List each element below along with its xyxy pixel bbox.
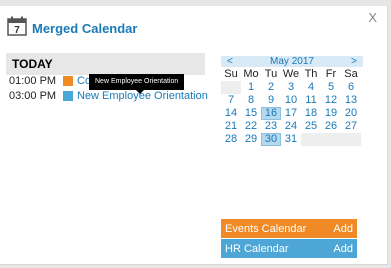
calendar-day[interactable]: 9 [261,94,281,107]
calendar-day[interactable]: 24 [281,120,301,133]
calendar-day[interactable]: 23 [261,120,281,133]
calendar-day[interactable]: 15 [241,107,261,120]
mini-calendar: < May 2017 > Su Mo Tu We Th Fr Sa 1 2 3 … [221,56,363,146]
calendar-day[interactable]: 1 [241,81,261,94]
calendar-day[interactable]: 10 [281,94,301,107]
calendar-nav: < May 2017 > [221,56,363,67]
weekday-label: Sa [344,68,358,80]
calendar-icon-day: 7 [14,25,20,36]
calendar-day[interactable]: 5 [321,81,341,94]
calendar-day[interactable]: 27 [341,120,361,133]
weekday-label: Su [224,68,238,80]
calendar-day[interactable]: 12 [321,94,341,107]
calendar-day[interactable]: 28 [221,133,241,146]
calendar-day[interactable]: 6 [341,81,361,94]
calendar-day[interactable]: 22 [241,120,261,133]
calendar-day[interactable]: 4 [301,81,321,94]
calendar-day[interactable]: 18 [301,107,321,120]
event-color-swatch [63,76,73,86]
calendar-day[interactable]: 21 [221,120,241,133]
page-title: Merged Calendar [32,21,138,36]
calendar-day-highlighted[interactable]: 16 [261,107,281,120]
calendar-day[interactable]: 31 [281,133,301,146]
hr-calendar-row[interactable]: HR Calendar Add [221,239,357,258]
weekday-label: Th [304,68,318,80]
weekday-label: Tu [264,68,278,80]
merged-calendar-panel: X 7 Merged Calendar TODAY 01:00 PM Co 03… [0,6,388,265]
calendar-day-empty [341,133,361,146]
weekday-label: We [282,68,300,80]
event-time: 01:00 PM [9,75,57,87]
calendar-day[interactable]: 2 [261,81,281,94]
calendar-icon: 7 [7,16,27,36]
calendar-day[interactable]: 26 [321,120,341,133]
calendar-grid: Su Mo Tu We Th Fr Sa 1 2 3 4 5 6 7 8 9 1… [221,68,363,146]
tooltip-arrow [136,90,144,94]
calendar-day[interactable]: 11 [301,94,321,107]
weekday-label: Mo [243,68,259,80]
event-tooltip: New Employee Orientation [89,74,185,90]
calendar-day[interactable]: 20 [341,107,361,120]
prev-month-button[interactable]: < [227,56,233,67]
calendar-day[interactable]: 19 [321,107,341,120]
calendar-day[interactable]: 17 [281,107,301,120]
weekday-label: Fr [325,68,337,80]
add-hr-calendar-button[interactable]: Add [333,243,353,255]
calendar-day-empty [221,81,241,94]
calendar-day-empty [321,133,341,146]
events-calendar-row[interactable]: Events Calendar Add [221,219,357,238]
calendar-day[interactable]: 3 [281,81,301,94]
month-label: May 2017 [270,56,314,67]
event-color-swatch [63,91,73,101]
agenda-event: 01:00 PM Co [9,75,91,87]
next-month-button[interactable]: > [351,56,357,67]
calendar-day[interactable]: 25 [301,120,321,133]
window-frame: X 7 Merged Calendar TODAY 01:00 PM Co 03… [0,0,391,268]
calendar-name: Events Calendar [225,222,307,235]
calendar-day-empty [301,133,321,146]
event-time: 03:00 PM [9,90,57,102]
close-button[interactable]: X [368,10,377,25]
add-events-calendar-button[interactable]: Add [333,223,353,235]
calendar-day[interactable]: 29 [241,133,261,146]
today-header: TODAY [6,53,205,75]
calendar-day[interactable]: 13 [341,94,361,107]
agenda-event: 03:00 PM New Employee Orientation [9,90,208,102]
calendar-day[interactable]: 14 [221,107,241,120]
calendar-day[interactable]: 7 [221,94,241,107]
calendar-day[interactable]: 8 [241,94,261,107]
calendar-name: HR Calendar [225,242,289,255]
panel-header: 7 Merged Calendar [7,13,137,36]
calendar-day-highlighted[interactable]: 30 [261,133,281,146]
